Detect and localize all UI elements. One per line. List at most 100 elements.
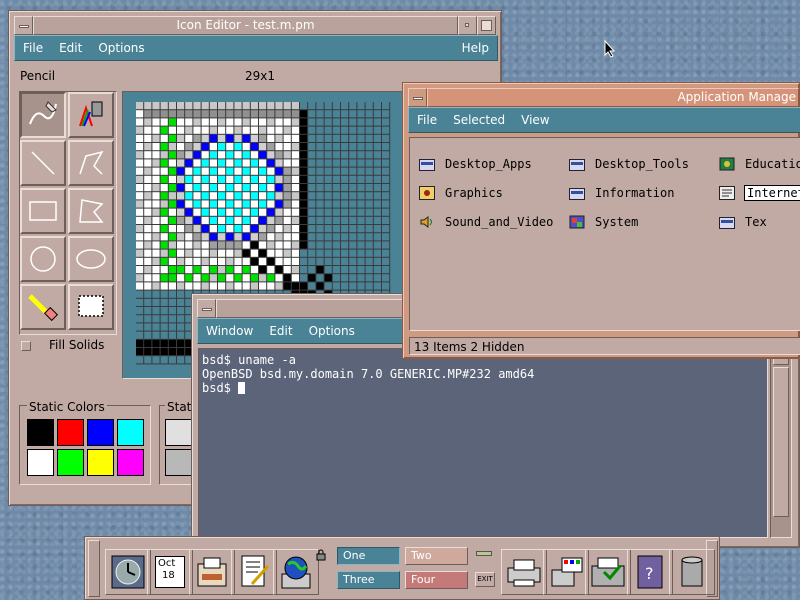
color-swatch[interactable] <box>27 419 54 446</box>
pixel-cell <box>332 159 340 167</box>
pixel-cell <box>234 200 242 208</box>
flood-fill-tool[interactable] <box>68 92 114 138</box>
clock-icon[interactable] <box>105 549 151 595</box>
pixel-cell <box>136 266 144 274</box>
color-swatch[interactable] <box>57 419 84 446</box>
pixel-cell <box>136 257 144 265</box>
color-swatch[interactable] <box>87 419 114 446</box>
workspace-button-two[interactable]: Two <box>405 547 468 565</box>
pixel-cell <box>332 225 340 233</box>
pixel-cell <box>365 151 373 159</box>
menu-edit[interactable]: Edit <box>51 41 90 55</box>
pixel-cell <box>177 208 185 216</box>
web-browser-icon[interactable] <box>273 549 319 595</box>
menu-window[interactable]: Window <box>198 324 261 338</box>
calendar-icon[interactable]: Oct 18 <box>147 549 193 595</box>
pixel-cell <box>177 339 185 347</box>
gray-swatch[interactable] <box>165 419 192 446</box>
pixel-cell <box>160 151 168 159</box>
app-group-information[interactable]: Information <box>569 184 674 202</box>
line-tool[interactable] <box>20 140 66 186</box>
app-group-desktop-tools[interactable]: Desktop_Tools <box>569 155 689 173</box>
gray-swatch[interactable] <box>165 449 192 476</box>
window-menu-button[interactable] <box>197 299 216 318</box>
pixel-cell <box>267 200 275 208</box>
color-swatch[interactable] <box>87 449 114 476</box>
app-manager-titlebar[interactable]: Application Manage <box>408 88 799 107</box>
menu-help[interactable]: Help <box>454 41 497 55</box>
rectangle-tool[interactable] <box>20 188 66 234</box>
pixel-cell <box>308 134 316 142</box>
workspace-button-one[interactable]: One <box>337 547 400 565</box>
pixel-cell <box>382 192 390 200</box>
menu-file[interactable]: File <box>409 113 445 127</box>
pixel-cell <box>373 257 381 265</box>
menu-view[interactable]: View <box>513 113 557 127</box>
app-group-educatio[interactable]: Educatio <box>719 155 800 173</box>
pixel-cell <box>160 331 168 339</box>
app-group-system[interactable]: System <box>569 213 638 231</box>
pixel-cell <box>250 192 258 200</box>
color-swatch[interactable] <box>57 449 84 476</box>
maximize-button[interactable] <box>477 16 496 35</box>
menu-edit[interactable]: Edit <box>261 324 300 338</box>
pixel-cell <box>226 192 234 200</box>
app-manager-window[interactable]: Application Manage File Selected View 13… <box>402 82 800 359</box>
app-group-desktop-apps[interactable]: Desktop_Apps <box>419 155 532 173</box>
panel-handle[interactable] <box>88 540 100 597</box>
pixel-cell <box>373 200 381 208</box>
menu-selected[interactable]: Selected <box>445 113 513 127</box>
fill-solids-checkbox[interactable] <box>21 341 31 351</box>
scroll-thumb[interactable] <box>773 367 789 517</box>
pixel-cell <box>373 134 381 142</box>
window-title[interactable]: Application Manage <box>427 88 799 107</box>
terminal-scrollbar[interactable] <box>770 348 792 538</box>
app-group-sound-and-video[interactable]: Sound_and_Video <box>419 213 553 231</box>
select-tool[interactable] <box>68 284 114 330</box>
color-swatch[interactable] <box>117 419 144 446</box>
graphics-icon <box>419 186 435 200</box>
workspace-button-four[interactable]: Four <box>405 571 468 589</box>
eraser-tool[interactable] <box>20 284 66 330</box>
color-swatch[interactable] <box>117 449 144 476</box>
pixel-cell <box>234 184 242 192</box>
pixel-cell <box>160 257 168 265</box>
exit-button[interactable]: EXIT <box>475 572 495 587</box>
menu-options[interactable]: Options <box>301 324 363 338</box>
pixel-cell <box>242 167 250 175</box>
color-swatch[interactable] <box>27 449 54 476</box>
help-icon[interactable]: ? <box>627 549 673 595</box>
app-group-tex[interactable]: Tex <box>719 213 767 231</box>
pencil-tool[interactable] <box>20 92 66 138</box>
pixel-cell <box>357 257 365 265</box>
workspace-button-three[interactable]: Three <box>337 571 400 589</box>
app-group-graphics[interactable]: Graphics <box>419 184 503 202</box>
window-menu-button[interactable] <box>408 88 427 107</box>
app-manager-icon[interactable] <box>585 549 631 595</box>
printer-icon[interactable] <box>501 549 547 595</box>
ellipse-tool[interactable] <box>68 236 114 282</box>
text-editor-icon[interactable] <box>231 549 277 595</box>
pixel-cell <box>218 118 226 126</box>
menu-options[interactable]: Options <box>90 41 152 55</box>
window-menu-button[interactable] <box>14 16 33 35</box>
menu-file[interactable]: File <box>15 41 51 55</box>
window-title[interactable]: Icon Editor - test.m.pm <box>33 16 458 35</box>
trash-icon[interactable] <box>669 549 715 595</box>
pixel-cell <box>152 192 160 200</box>
pixel-cell <box>324 118 332 126</box>
pixel-cell <box>382 233 390 241</box>
style-manager-icon[interactable] <box>543 549 589 595</box>
lock-icon[interactable] <box>315 549 327 561</box>
icon-editor-titlebar[interactable]: Icon Editor - test.m.pm <box>14 16 496 35</box>
circle-tool[interactable] <box>20 236 66 282</box>
pixel-cell <box>291 200 299 208</box>
app-group-internet[interactable]: Internet <box>719 184 800 202</box>
file-manager-icon[interactable] <box>189 549 235 595</box>
polyline-tool[interactable] <box>68 140 114 186</box>
terminal-screen[interactable]: bsd$ uname -a OpenBSD bsd.my.domain 7.0 … <box>198 348 768 538</box>
minimize-button[interactable] <box>458 16 477 35</box>
pixel-cell <box>382 143 390 151</box>
polygon-tool[interactable] <box>68 188 114 234</box>
pixel-cell <box>349 126 357 134</box>
